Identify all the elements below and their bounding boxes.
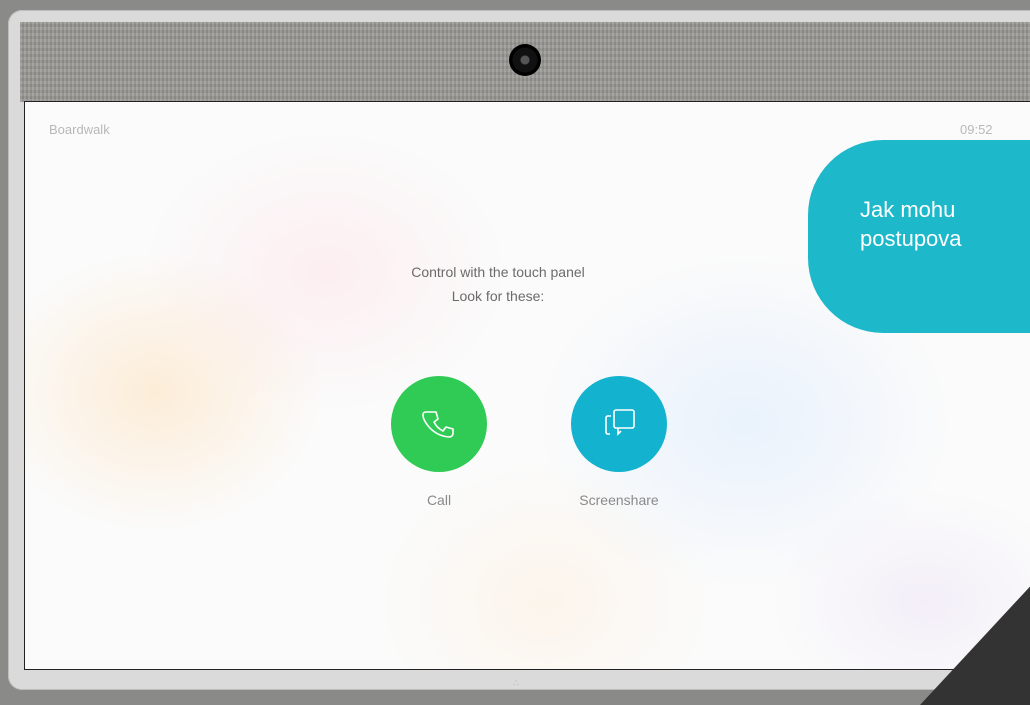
room-name: Boardwalk — [49, 122, 110, 137]
screenshare-label: Screenshare — [579, 492, 659, 508]
speech-bubble: Jak mohu postupova — [808, 140, 1030, 333]
screenshare-action: Screenshare — [549, 376, 689, 508]
instruction-line-2: Look for these: — [451, 288, 545, 304]
screenshare-icon — [605, 409, 635, 436]
bottom-logo: ∴ — [513, 678, 519, 688]
bubble-line-2: postupova — [860, 226, 962, 251]
clock: 09:52 — [960, 122, 993, 137]
screenshare-button[interactable] — [571, 376, 667, 472]
phone-icon — [422, 411, 454, 438]
camera-icon — [509, 44, 541, 76]
call-button[interactable] — [391, 376, 487, 472]
call-action: Call — [369, 376, 509, 508]
instructions: Control with the touch panel Look for th… — [305, 260, 691, 308]
call-label: Call — [426, 492, 452, 508]
bubble-line-1: Jak mohu — [860, 197, 956, 222]
instruction-line-1: Control with the touch panel — [411, 264, 585, 280]
